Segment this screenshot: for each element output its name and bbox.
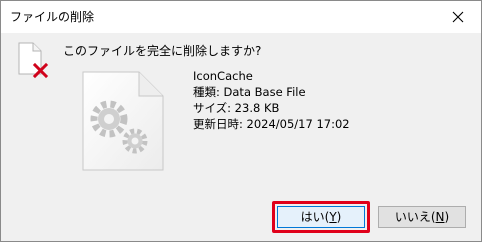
delete-file-dialog: ファイルの削除 このファイルを完全に削除しますか? IconCache 種類: … (0, 0, 482, 242)
no-accelerator: N (435, 210, 445, 224)
file-type: 種類: Data Base File (193, 85, 306, 99)
file-name: IconCache (193, 69, 253, 83)
title-bar[interactable]: ファイルの削除 (1, 1, 481, 33)
file-delete-icon (18, 42, 49, 79)
dialog-content: このファイルを完全に削除しますか? IconCache 種類: Data Bas… (1, 33, 481, 193)
file-details: IconCache 種類: Data Base File サイズ: 23.8 K… (193, 68, 350, 132)
yes-button-label: はい (300, 210, 325, 224)
settings-file-icon (82, 71, 164, 171)
no-button-label: いいえ (394, 210, 431, 224)
close-button[interactable] (435, 1, 481, 33)
close-icon (452, 11, 464, 23)
yes-button[interactable]: はい(Y) (277, 206, 365, 228)
file-size: サイズ: 23.8 KB (193, 101, 280, 115)
confirm-question: このファイルを完全に削除しますか? (63, 44, 262, 58)
window-title: ファイルの削除 (10, 10, 95, 24)
dialog-footer: はい(Y) いいえ(N) (1, 193, 481, 241)
file-modified: 更新日時: 2024/05/17 17:02 (193, 117, 350, 131)
no-button[interactable]: いいえ(N) (378, 206, 466, 228)
yes-accelerator: Y (329, 210, 337, 224)
